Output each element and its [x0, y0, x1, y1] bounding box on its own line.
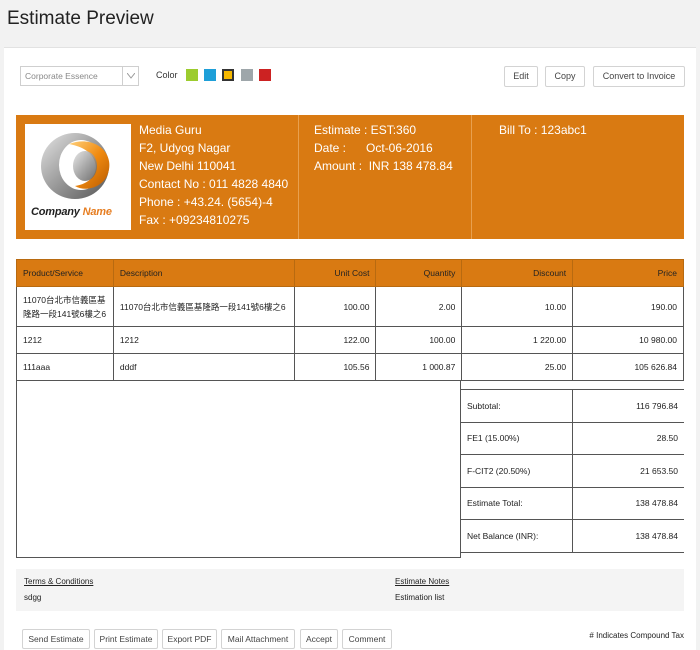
subtotal-label: Subtotal: [461, 389, 573, 423]
header-divider [298, 115, 299, 239]
cell-price: 105 626.84 [572, 353, 684, 381]
totals-row: FE1 (15.00%) 28.50 [461, 421, 684, 455]
chevron-down-icon[interactable] [122, 67, 138, 85]
cell-quantity: 1 000.87 [375, 353, 463, 381]
cell-product: 111aaa [16, 353, 114, 381]
company-phone: Phone : +43.24. (5654)-4 [139, 195, 273, 209]
color-swatch-red[interactable] [259, 69, 271, 81]
table-header-row: Product/Service Description Unit Cost Qu… [16, 259, 684, 287]
compound-tax-note: # Indicates Compound Tax [589, 631, 684, 640]
color-label: Color [156, 70, 178, 80]
tax-fcit2-value: 21 653.50 [572, 454, 684, 488]
table-row: 1212 1212 122.00 100.00 1 220.00 10 980.… [16, 326, 684, 354]
mail-attachment-button[interactable]: Mail Attachment [221, 629, 295, 649]
column-header-product: Product/Service [16, 259, 114, 287]
tax-fe1-value: 28.50 [572, 421, 684, 455]
cell-product: 11070台北市信義區基隆路一段141號6樓之6 [16, 286, 114, 327]
cell-discount: 10.00 [461, 286, 574, 327]
comment-button[interactable]: Comment [342, 629, 392, 649]
template-select[interactable]: Corporate Essence [20, 66, 139, 86]
bill-to: Bill To : 123abc1 [499, 123, 587, 137]
export-pdf-button[interactable]: Export PDF [162, 629, 217, 649]
estimate-header: Company Name Media Guru F2, Udyog Nagar … [16, 115, 684, 239]
print-estimate-button[interactable]: Print Estimate [94, 629, 158, 649]
totals-row: Estimate Total: 138 478.84 [461, 486, 684, 520]
cell-unit-cost: 105.56 [293, 353, 377, 381]
logo-text: Company Name [31, 206, 112, 218]
net-balance-value: 138 478.84 [572, 519, 684, 553]
edit-button[interactable]: Edit [504, 66, 538, 87]
estimate-number: Estimate : EST:360 [314, 123, 417, 137]
cell-discount: 1 220.00 [461, 326, 574, 354]
cell-description: dddf [112, 353, 295, 381]
terms-and-notes: Terms & Conditions sdgg Estimate Notes E… [16, 569, 684, 611]
convert-to-invoice-button[interactable]: Convert to Invoice [593, 66, 685, 87]
notes-text: Estimation list [395, 593, 445, 602]
color-swatch-gray[interactable] [241, 69, 253, 81]
company-name: Media Guru [139, 123, 202, 137]
column-header-description: Description [112, 259, 295, 287]
cell-description: 11070台北市信義區基隆路一段141號6樓之6 [112, 286, 295, 327]
company-contact: Contact No : 011 4828 4840 [139, 177, 289, 191]
line-items-table: Product/Service Description Unit Cost Qu… [16, 259, 684, 381]
copy-button[interactable]: Copy [545, 66, 585, 87]
color-swatch-orange[interactable] [222, 69, 234, 81]
cell-quantity: 2.00 [375, 286, 463, 327]
notes-title: Estimate Notes [395, 577, 450, 586]
estimate-panel: Corporate Essence Color Edit Copy Conver… [4, 47, 696, 650]
totals-row: Net Balance (INR): 138 478.84 [461, 519, 684, 553]
estimate-amount: Amount : INR 138 478.84 [314, 159, 453, 173]
company-address-line-2: New Delhi 110041 [139, 159, 237, 173]
column-header-quantity: Quantity [375, 259, 463, 287]
logo-emblem-icon [41, 133, 110, 199]
tax-fe1-label: FE1 (15.00%) [461, 421, 573, 455]
color-swatch-green[interactable] [186, 69, 198, 81]
accept-button[interactable]: Accept [300, 629, 338, 649]
cell-description: 1212 [112, 326, 295, 354]
totals-table: Subtotal: 116 796.84 FE1 (15.00%) 28.50 … [461, 389, 684, 553]
cell-quantity: 100.00 [375, 326, 463, 354]
subtotal-value: 116 796.84 [572, 389, 684, 423]
cell-unit-cost: 122.00 [293, 326, 377, 354]
company-address-line-1: F2, Udyog Nagar [139, 141, 231, 155]
estimate-total-value: 138 478.84 [572, 486, 684, 520]
company-fax: Fax : +09234810275 [139, 213, 250, 227]
tax-fcit2-label: F-CIT2 (20.50%) [461, 454, 573, 488]
send-estimate-button[interactable]: Send Estimate [22, 629, 90, 649]
estimate-total-label: Estimate Total: [461, 486, 573, 520]
color-swatch-blue[interactable] [204, 69, 216, 81]
template-select-value: Corporate Essence [25, 71, 98, 81]
totals-row: F-CIT2 (20.50%) 21 653.50 [461, 454, 684, 488]
cell-price: 10 980.00 [572, 326, 684, 354]
totals-row: Subtotal: 116 796.84 [461, 389, 684, 423]
column-header-price: Price [572, 259, 684, 287]
column-header-unit-cost: Unit Cost [293, 259, 377, 287]
table-row: 111aaa dddf 105.56 1 000.87 25.00 105 62… [16, 353, 684, 381]
column-header-discount: Discount [461, 259, 574, 287]
cell-unit-cost: 100.00 [293, 286, 377, 327]
table-row: 11070台北市信義區基隆路一段141號6樓之6 11070台北市信義區基隆路一… [16, 286, 684, 327]
estimate-date: Date : Oct-06-2016 [314, 141, 433, 155]
cell-price: 190.00 [572, 286, 684, 327]
cell-discount: 25.00 [461, 353, 574, 381]
terms-title: Terms & Conditions [24, 577, 94, 586]
net-balance-label: Net Balance (INR): [461, 519, 573, 553]
company-logo: Company Name [25, 124, 131, 230]
cell-product: 1212 [16, 326, 114, 354]
page-title: Estimate Preview [7, 8, 154, 29]
terms-text: sdgg [24, 593, 42, 602]
items-blank-area [16, 380, 461, 558]
header-divider [471, 115, 472, 239]
